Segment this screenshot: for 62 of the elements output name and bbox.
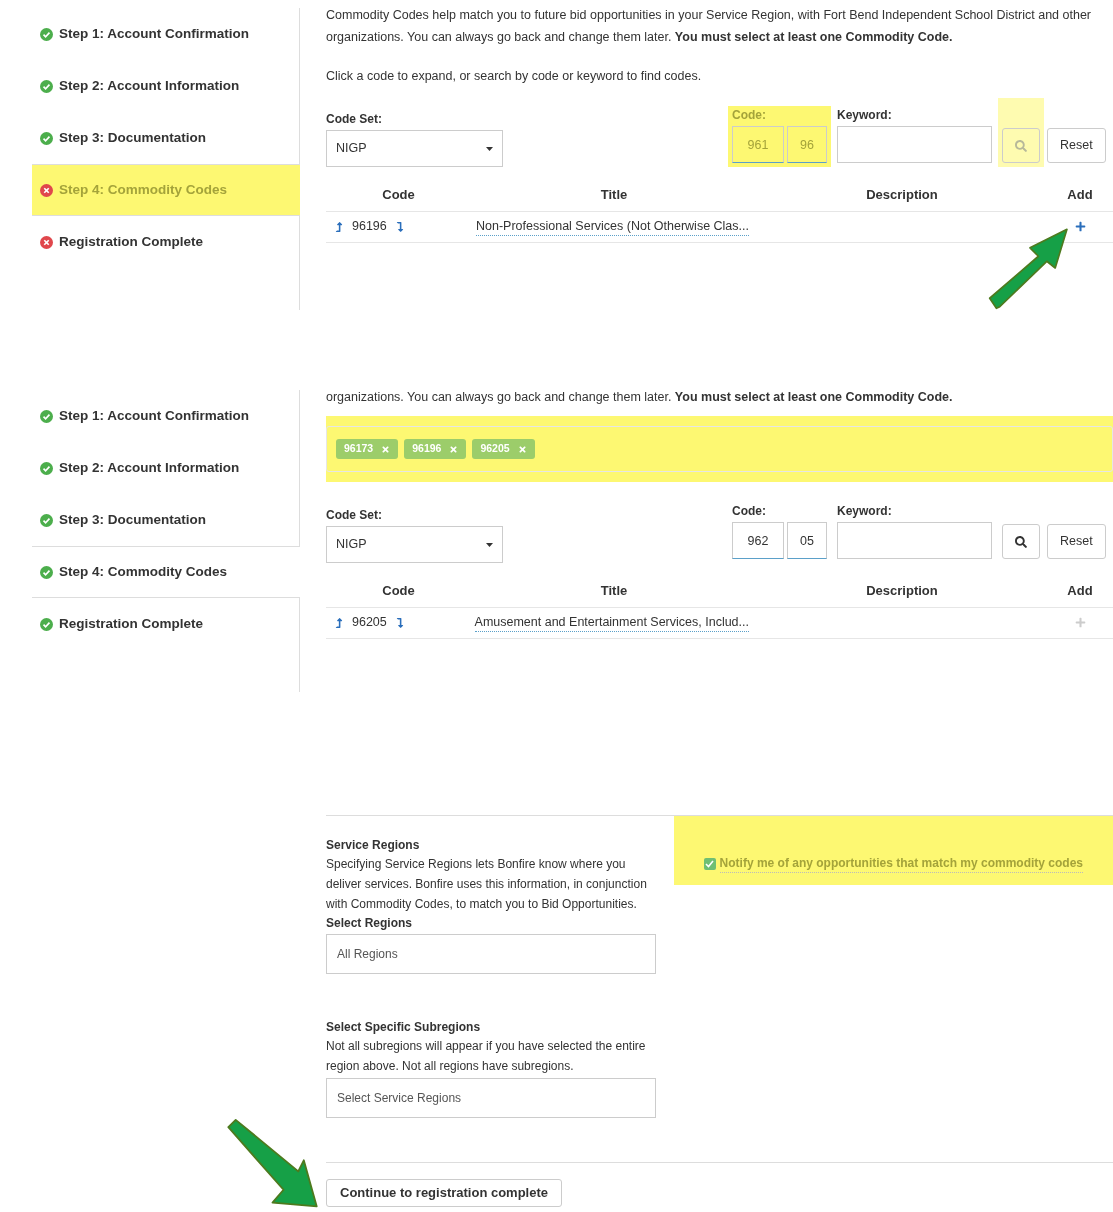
step-item[interactable]: Step 2: Account Information — [32, 442, 300, 494]
column-header: Add — [1066, 582, 1094, 600]
field-label: Code: — [732, 107, 767, 124]
step-item[interactable]: Step 1: Account Confirmation — [32, 390, 300, 442]
regions-select[interactable]: All Regions — [326, 934, 656, 974]
field-label: Keyword: — [837, 503, 893, 520]
column-header: Title — [599, 186, 629, 204]
level-down-icon[interactable] — [394, 617, 405, 628]
field-label: Code Set: — [326, 111, 383, 128]
add-icon[interactable] — [1074, 221, 1086, 232]
step-item[interactable]: Registration Complete — [32, 598, 300, 650]
column-header: Add — [1066, 186, 1094, 204]
field-label: Keyword: — [837, 107, 893, 124]
column-header: Code — [381, 582, 416, 600]
search-button[interactable] — [1002, 524, 1040, 559]
remove-icon[interactable] — [381, 444, 391, 454]
code-input[interactable]: 05 — [787, 522, 827, 559]
section-text: Specifying Service Regions lets Bonfire know where you deliver services. Bonfire uses this information, in conjunction with Commodity Codes, to match you to Bid Opportunities. — [326, 856, 648, 913]
step-item[interactable]: Step 4: Commodity Codes — [32, 546, 300, 598]
step-item[interactable]: Step 3: Documentation — [32, 494, 300, 546]
search-icon — [1015, 535, 1027, 548]
section-title: Select Specific Subregions — [326, 1019, 482, 1036]
remove-icon[interactable] — [449, 444, 459, 454]
caret-icon — [486, 542, 493, 547]
intro-text: organizations. You can always go back and change them later. You must select at least one Commodity Code. — [326, 389, 954, 406]
hint-text: Click a code to expand, or search by code or keyword to find codes. — [326, 68, 703, 85]
caret-icon — [486, 146, 493, 151]
continue-button[interactable]: Continue to registration complete — [326, 1179, 562, 1207]
code-set-select[interactable]: NIGP — [326, 526, 503, 563]
code-cell-text: 96196 — [352, 218, 387, 236]
column-header: Title — [599, 582, 629, 600]
keyword-input[interactable] — [837, 126, 992, 163]
remove-icon[interactable] — [517, 444, 527, 454]
section-text: Not all subregions will appear if you have selected the entire region above. Not all regions have subregions. — [326, 1038, 647, 1075]
step-item[interactable]: Step 2: Account Information — [32, 60, 300, 112]
title-link[interactable]: Non-Professional Services (Not Otherwise Clas... — [476, 216, 749, 237]
step-item[interactable]: Registration Complete — [32, 216, 300, 268]
column-header: Code — [381, 186, 416, 204]
code-cell-text: 96205 — [352, 614, 387, 632]
level-down-icon[interactable] — [394, 221, 405, 232]
level-up-icon[interactable] — [334, 221, 344, 232]
field-label: Code: — [732, 503, 767, 520]
search-icon — [1015, 139, 1027, 152]
subregions-select[interactable]: Select Service Regions — [326, 1078, 656, 1118]
level-up-icon[interactable] — [334, 617, 344, 628]
reset-button[interactable]: Reset — [1047, 524, 1106, 559]
step-item[interactable]: Step 1: Account Confirmation — [32, 8, 300, 60]
intro-text: Commodity Codes help match you to future bid opportunities in your Service Region, with Fort Bend Independent School District and other organizations. You can always go back and change them later. You must select at least one Commodity Code. — [326, 7, 1092, 46]
checkbox[interactable] — [703, 857, 716, 870]
reset-button[interactable]: Reset — [1047, 128, 1106, 163]
column-header: Description — [865, 186, 939, 204]
code-tag: 96205 — [472, 439, 535, 459]
code-tag: 96173 — [336, 439, 399, 459]
code-set-select[interactable]: NIGP — [326, 130, 503, 167]
code-input[interactable]: 962 — [732, 522, 784, 559]
checkmark-icon — [705, 859, 715, 868]
keyword-input[interactable] — [837, 522, 992, 559]
field-label: Code Set: — [326, 507, 383, 524]
code-tag: 96196 — [404, 439, 467, 459]
section-title: Service Regions — [326, 837, 421, 854]
field-label: Select Regions — [326, 915, 414, 932]
column-header: Description — [865, 582, 939, 600]
